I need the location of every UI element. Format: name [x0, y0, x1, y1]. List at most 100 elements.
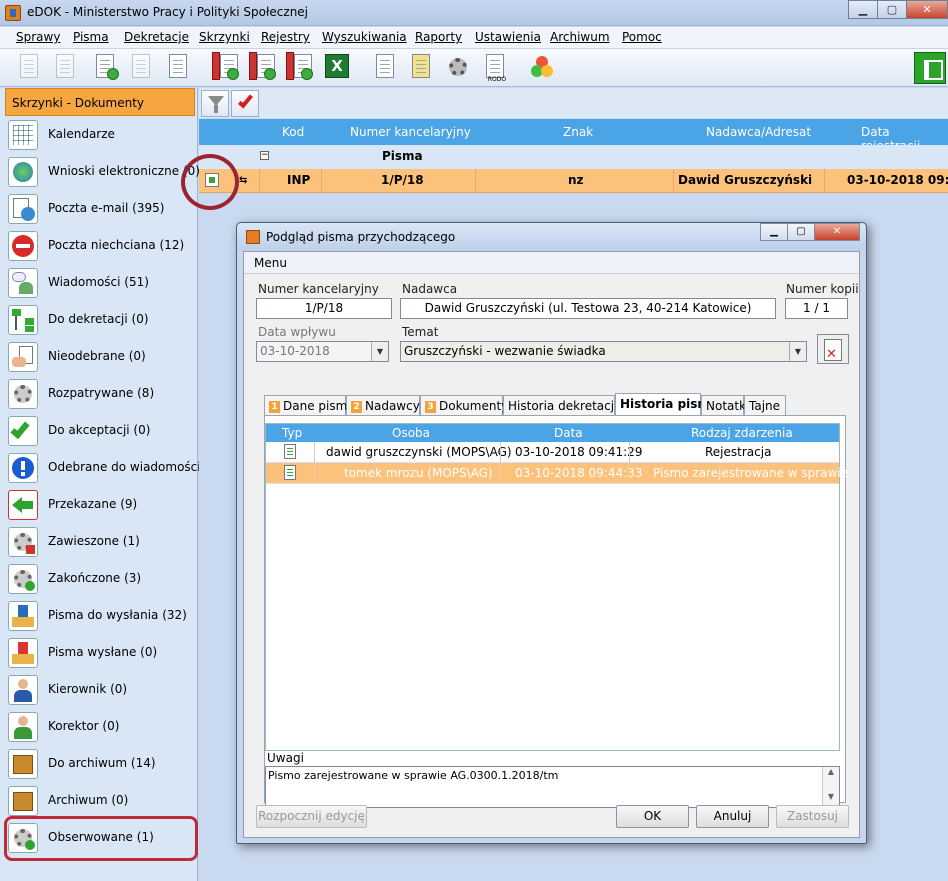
kopia-field[interactable]: 1 / 1 [785, 298, 848, 319]
history-panel: Typ Osoba Data Rodzaj zdarzenia dawid gr… [264, 415, 848, 808]
maximize-button[interactable]: ▢ [877, 0, 907, 19]
menu-pisma[interactable]: Pisma [73, 30, 109, 44]
uwagi-scrollbar[interactable]: ▲ ▼ [822, 767, 839, 807]
menu-raporty[interactable]: Raporty [415, 30, 462, 44]
tab-historia-pisma[interactable]: Historia pisma [615, 393, 718, 416]
filter-icon[interactable] [201, 90, 229, 117]
history-data: 03-10-2018 09:41:29 [515, 445, 643, 459]
tab-historia-dekretacji[interactable]: Historia dekretacji [503, 395, 617, 415]
menu-wyszukiwania[interactable]: Wyszukiwania [322, 30, 407, 44]
sidebar-item-wiadomosci[interactable]: Wiadomości (51) [4, 265, 196, 301]
tab-dane-pisma[interactable]: 1 Dane pisma [264, 395, 355, 415]
apply-button[interactable]: Zastosuj [776, 805, 849, 828]
col-numer[interactable]: Numer kancelaryjny [350, 125, 471, 139]
copy-document-icon[interactable] [126, 52, 156, 82]
expand-row-icon[interactable]: ⇆ [239, 176, 249, 188]
data-wplywu-field[interactable]: 03-10-2018 ▼ [256, 341, 389, 362]
rodo-icon[interactable]: RODO [480, 52, 510, 83]
tab-nadawcy[interactable]: 2 Nadawcy [346, 395, 420, 415]
delete-document-icon[interactable] [817, 334, 849, 364]
col-kod[interactable]: Kod [282, 125, 304, 139]
dialog-minimize-button[interactable]: ▁ [760, 223, 788, 241]
sidebar-item-kalendarze[interactable]: Kalendarze [4, 117, 196, 153]
hand-document-icon [8, 342, 38, 372]
tab-notatki[interactable]: Notatki [701, 395, 749, 415]
history-osoba: dawid gruszczynski (MOPS\AG) [326, 445, 512, 459]
register-book-icon[interactable] [210, 52, 240, 82]
hcol-osoba[interactable]: Osoba [392, 426, 430, 440]
nadawca-field[interactable]: Dawid Gruszczyński (ul. Testowa 23, 40-2… [400, 298, 776, 319]
search-folder-icon[interactable] [406, 52, 436, 82]
scroll-up-icon[interactable]: ▲ [823, 767, 839, 776]
hcol-rodzaj[interactable]: Rodzaj zdarzenia [691, 426, 793, 440]
colors-icon[interactable] [527, 52, 557, 82]
cell-data: 03-10-2018 09:41:29 [847, 173, 948, 187]
register-document-icon[interactable] [90, 52, 120, 82]
cell-numer: 1/P/18 [381, 173, 424, 187]
checkmark-icon [8, 416, 38, 446]
new-document-icon[interactable] [14, 52, 44, 82]
history-header: Typ Osoba Data Rodzaj zdarzenia [266, 424, 839, 442]
menu-pomoc[interactable]: Pomoc [622, 30, 662, 44]
sidebar-item-poczta-email[interactable]: Poczta e-mail (395) [4, 191, 196, 227]
menu-sprawy[interactable]: Sprawy [16, 30, 60, 44]
register-book-3-icon[interactable] [284, 52, 314, 82]
date-dropdown-icon[interactable]: ▼ [371, 342, 388, 361]
add-document-icon[interactable] [50, 52, 80, 82]
tab-dokumenty[interactable]: 3 Dokumenty [420, 395, 508, 415]
temat-label: Temat [402, 325, 439, 339]
tab-tajne[interactable]: Tajne [744, 395, 786, 415]
history-grid: Typ Osoba Data Rodzaj zdarzenia dawid gr… [265, 423, 848, 751]
start-edit-button[interactable]: Rozpocznij edycję [256, 805, 367, 828]
register-book-2-icon[interactable] [247, 52, 277, 82]
sidebar-item-archiwum[interactable]: Archiwum (0) [4, 783, 196, 819]
dialog-close-button[interactable]: ✕ [814, 223, 860, 241]
sidebar-item-pisma-wyslane[interactable]: Pisma wysłane (0) [4, 635, 196, 671]
list-item[interactable]: dawid gruszczynski (MOPS\AG) 03-10-2018 … [266, 442, 839, 463]
sidebar-item-odebrane[interactable]: Odebrane do wiadomości (1) [4, 450, 221, 486]
temat-field[interactable]: Gruszczyński - wezwanie świadka ▼ [400, 341, 807, 362]
uwagi-textarea[interactable]: Pismo zarejestrowane w sprawie AG.0300.1… [265, 766, 840, 808]
accept-check-icon[interactable] [231, 90, 259, 117]
search-document-icon[interactable] [370, 52, 400, 82]
menu-ustawienia[interactable]: Ustawienia [475, 30, 541, 44]
sidebar-item-pisma-do-wyslania[interactable]: Pisma do wysłania (32) [4, 598, 196, 634]
hcol-typ[interactable]: Typ [282, 426, 302, 440]
sidebar-item-do-akceptacji[interactable]: Do akceptacji (0) [4, 413, 196, 449]
col-nadawca[interactable]: Nadawca/Adresat [706, 125, 811, 139]
menu-archiwum[interactable]: Archiwum [550, 30, 610, 44]
sidebar-item-poczta-niechciana[interactable]: Poczta niechciana (12) [4, 228, 196, 264]
scroll-down-icon[interactable]: ▼ [823, 792, 839, 801]
list-item[interactable]: tomek mrozu (MOPS\AG) 03-10-2018 09:44:3… [266, 463, 848, 484]
dialog-maximize-button[interactable]: ▢ [787, 223, 815, 241]
sidebar-item-wnioski[interactable]: Wnioski elektroniczne (0) [4, 154, 200, 190]
cancel-button[interactable]: Anuluj [696, 805, 769, 828]
sidebar-item-do-archiwum[interactable]: Do archiwum (14) [4, 746, 196, 782]
numer-field[interactable]: 1/P/18 [256, 298, 392, 319]
sidebar-item-zakonczone[interactable]: Zakończone (3) [4, 561, 196, 597]
uwagi-text: Pismo zarejestrowane w sprawie AG.0300.1… [268, 769, 559, 782]
table-row[interactable]: INP 1/P/18 nz Dawid Gruszczyński 03-10-2… [199, 169, 948, 193]
exit-icon[interactable] [914, 52, 946, 84]
menu-rejestry[interactable]: Rejestry [261, 30, 310, 44]
sidebar-item-nieodebrane[interactable]: Nieodebrane (0) [4, 339, 196, 375]
temat-dropdown-icon[interactable]: ▼ [789, 342, 806, 361]
menu-dekretacje[interactable]: Dekretacje [124, 30, 189, 44]
dialog-menu[interactable]: Menu [244, 252, 859, 274]
sidebar-item-rozpatrywane[interactable]: Rozpatrywane (8) [4, 376, 196, 412]
excel-export-icon[interactable]: X [322, 52, 352, 82]
settings-gear-icon[interactable] [443, 52, 473, 82]
edit-document-icon[interactable] [163, 52, 193, 82]
minimize-button[interactable]: ▁ [848, 0, 878, 19]
sidebar-item-do-dekretacji[interactable]: Do dekretacji (0) [4, 302, 196, 338]
sidebar-item-korektor[interactable]: Korektor (0) [4, 709, 196, 745]
sidebar-item-przekazane[interactable]: Przekazane (9) [4, 487, 196, 523]
sidebar-item-kierownik[interactable]: Kierownik (0) [4, 672, 196, 708]
ok-button[interactable]: OK [616, 805, 689, 828]
col-znak[interactable]: Znak [563, 125, 593, 139]
sidebar-item-zawieszone[interactable]: Zawieszone (1) [4, 524, 196, 560]
close-button[interactable]: ✕ [906, 0, 948, 19]
menu-skrzynki[interactable]: Skrzynki [199, 30, 250, 44]
collapse-group-icon[interactable]: − [260, 151, 269, 160]
hcol-data[interactable]: Data [554, 426, 583, 440]
